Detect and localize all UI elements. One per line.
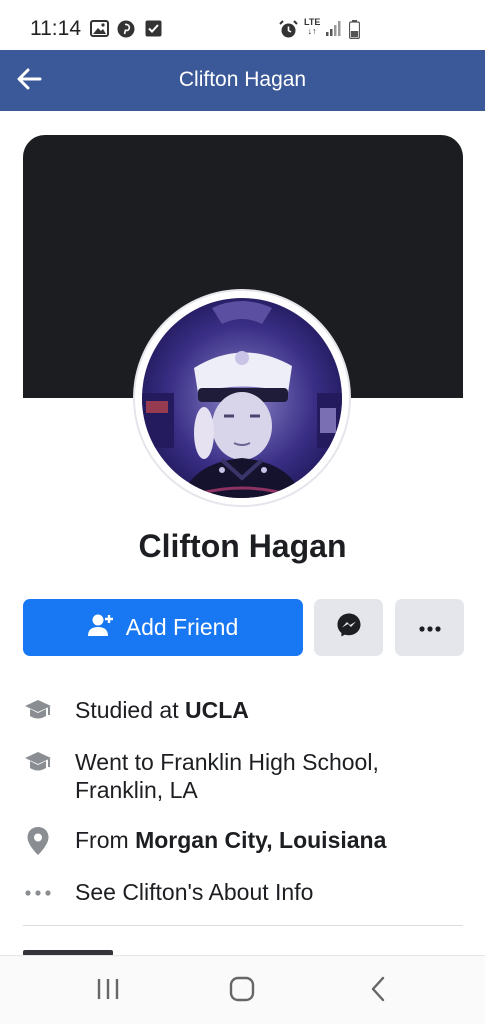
back-icon <box>370 976 386 1007</box>
app-header: Clifton Hagan <box>0 50 485 111</box>
info-line-2: Franklin, LA <box>75 777 198 803</box>
recent-apps-button[interactable] <box>88 976 128 1006</box>
lte-indicator: LTE ↓↑ <box>304 18 320 36</box>
school-link[interactable]: UCLA <box>185 697 249 723</box>
info-text: Studied at UCLA <box>75 696 455 724</box>
see-about-info-link[interactable]: See Clifton's About Info <box>75 878 455 906</box>
data-arrows-icon: ↓↑ <box>307 26 317 36</box>
info-education-high-school: Went to Franklin High School, Franklin, … <box>23 748 379 803</box>
info-prefix: From <box>75 827 136 853</box>
profile-picture[interactable] <box>133 289 351 507</box>
image-icon <box>90 20 109 42</box>
more-dots-icon <box>418 619 441 637</box>
page-title: Clifton Hagan <box>178 68 307 91</box>
signal-icon <box>325 20 343 42</box>
battery-icon <box>348 20 361 44</box>
home-icon <box>229 976 255 1007</box>
status-bar: 11:14 LTE ↓↑ <box>0 0 485 50</box>
profile-name: Clifton Hagan <box>138 528 347 564</box>
divider <box>23 925 463 926</box>
info-education-ucla: Studied at UCLA <box>23 696 249 726</box>
see-about-info-row[interactable]: See Clifton's About Info <box>23 878 313 908</box>
nav-back-button[interactable] <box>358 976 398 1006</box>
status-time: 11:14 <box>30 17 81 40</box>
info-line-1: Went to Franklin High School, <box>75 749 379 775</box>
home-button[interactable] <box>222 976 262 1006</box>
system-nav-bar <box>0 955 485 1024</box>
info-text: From Morgan City, Louisiana <box>75 826 455 854</box>
info-hometown: From Morgan City, Louisiana <box>23 826 386 856</box>
info-text: Went to Franklin High School, Franklin, … <box>75 748 455 804</box>
checkbox-icon <box>145 20 162 42</box>
add-friend-button[interactable]: Add Friend <box>23 599 303 656</box>
add-friend-label: Add Friend <box>125 614 239 640</box>
avatar <box>142 298 342 498</box>
alarm-icon <box>279 20 298 44</box>
recent-apps-icon <box>96 978 120 1005</box>
hometown-link[interactable]: Morgan City, Louisiana <box>135 827 386 853</box>
messenger-icon <box>336 612 362 643</box>
add-person-icon <box>87 613 114 643</box>
more-options-button[interactable] <box>395 599 464 656</box>
pinterest-icon <box>117 20 135 43</box>
message-button[interactable] <box>314 599 383 656</box>
more-dots-icon <box>23 878 53 908</box>
graduation-cap-icon <box>23 696 53 726</box>
info-prefix: Studied at <box>75 697 185 723</box>
graduation-cap-icon <box>23 748 53 778</box>
location-pin-icon <box>23 826 53 856</box>
